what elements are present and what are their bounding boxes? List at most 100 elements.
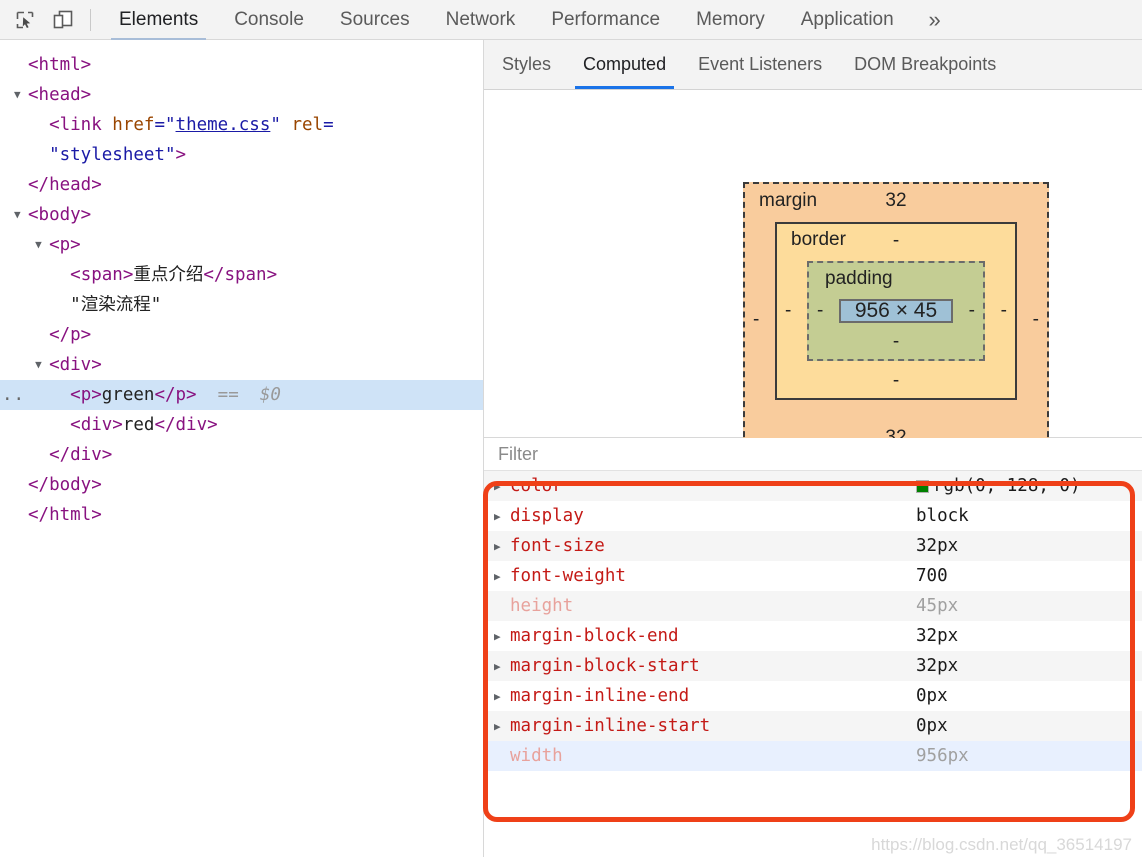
expand-twisty-icon[interactable]: ▼: [14, 80, 28, 110]
box-model-padding[interactable]: padding - - - 956 × 45: [807, 261, 985, 361]
box-model-padding-bottom[interactable]: -: [893, 331, 899, 353]
computed-property-row[interactable]: ▶font-size32px: [484, 531, 1142, 561]
dom-tree-panel[interactable]: <html>▼<head> <link href="theme.css" rel…: [0, 40, 483, 857]
computed-property-row[interactable]: ▶margin-block-start32px: [484, 651, 1142, 681]
tab-performance[interactable]: Performance: [533, 0, 678, 40]
box-model-padding-right[interactable]: -: [969, 300, 975, 322]
computed-filter-row[interactable]: Filter: [484, 438, 1142, 470]
box-model-margin-top[interactable]: 32: [885, 190, 906, 212]
dom-row-token: green: [102, 385, 155, 405]
stylesheet-link[interactable]: theme.css: [176, 115, 271, 135]
expand-arrow-icon[interactable]: ▶: [494, 690, 510, 703]
computed-property-row[interactable]: ▶colorrgb(0, 128, 0): [484, 471, 1142, 501]
dom-tree-row[interactable]: .. <p>green</p> == $0: [0, 380, 483, 410]
dom-row-token: "stylesheet": [49, 145, 175, 165]
dom-row-indent: [14, 145, 35, 165]
dom-tree-row[interactable]: <div>red</div>: [0, 410, 483, 440]
computed-properties-list: ▶colorrgb(0, 128, 0)▶displayblock▶font-s…: [484, 470, 1142, 771]
dom-tree-rows: <html>▼<head> <link href="theme.css" rel…: [0, 40, 483, 530]
computed-property-row[interactable]: ▶margin-inline-start0px: [484, 711, 1142, 741]
computed-property-value: 0px: [916, 686, 948, 706]
inspect-element-icon[interactable]: [10, 6, 40, 34]
tab-sources[interactable]: Sources: [322, 0, 428, 40]
box-model-border[interactable]: border - - - - padding - - - 956 × 45: [775, 222, 1017, 400]
tab-dom-breakpoints-label: DOM Breakpoints: [854, 54, 996, 75]
dom-tree-row[interactable]: </head>: [0, 170, 483, 200]
box-model-margin-left[interactable]: -: [753, 309, 759, 331]
dom-row-token: </div>: [154, 415, 217, 435]
dom-tree-row[interactable]: <link href="theme.css" rel=: [0, 110, 483, 140]
expand-arrow-icon[interactable]: ▶: [494, 510, 510, 523]
tab-memory[interactable]: Memory: [678, 0, 783, 40]
color-swatch-icon[interactable]: [916, 480, 929, 493]
expand-arrow-icon[interactable]: ▶: [494, 720, 510, 733]
box-model-margin-right[interactable]: -: [1033, 309, 1039, 331]
computed-property-row[interactable]: ▶font-weight700: [484, 561, 1142, 591]
dom-row-token: >: [176, 145, 187, 165]
box-model-content[interactable]: 956 × 45: [839, 299, 953, 323]
dom-row-indent: [14, 265, 56, 285]
computed-property-name: font-size: [510, 536, 916, 556]
dom-tree-row[interactable]: ▼<div>: [0, 350, 483, 380]
computed-property-row[interactable]: ▶width956px: [484, 741, 1142, 771]
tab-network[interactable]: Network: [428, 0, 534, 40]
tab-elements[interactable]: Elements: [101, 0, 216, 40]
dom-row-token: "渲染流程": [70, 295, 161, 315]
box-model-content-size: 956 × 45: [855, 299, 937, 323]
box-model-padding-label: padding: [825, 268, 893, 290]
expand-arrow-icon[interactable]: ▶: [494, 660, 510, 673]
tab-console[interactable]: Console: [216, 0, 322, 40]
dom-tree-row[interactable]: </p>: [0, 320, 483, 350]
dom-tree-row[interactable]: "渲染流程": [0, 290, 483, 320]
dom-tree-row[interactable]: </html>: [0, 500, 483, 530]
expand-twisty-icon[interactable]: ▼: [14, 200, 28, 230]
computed-property-row[interactable]: ▶margin-block-end32px: [484, 621, 1142, 651]
dom-row-token: <div>: [49, 355, 102, 375]
computed-property-row[interactable]: ▶displayblock: [484, 501, 1142, 531]
box-model-border-top[interactable]: -: [893, 230, 899, 252]
expand-arrow-icon[interactable]: ▶: [494, 570, 510, 583]
tab-event-listeners-label: Event Listeners: [698, 54, 822, 75]
dom-row-token: ==: [197, 385, 260, 405]
box-model-border-right[interactable]: -: [1001, 300, 1007, 322]
dom-row-indent: [14, 115, 35, 135]
tab-console-label: Console: [234, 9, 304, 31]
tab-styles[interactable]: Styles: [484, 40, 567, 89]
dom-tree-row[interactable]: "stylesheet">: [0, 140, 483, 170]
computed-property-row[interactable]: ▶margin-inline-end0px: [484, 681, 1142, 711]
computed-property-row[interactable]: ▶height45px: [484, 591, 1142, 621]
box-model-margin-label: margin: [759, 190, 817, 212]
box-model-diagram: margin 32 32 - - border - - - - padding …: [484, 90, 1142, 438]
tab-event-listeners[interactable]: Event Listeners: [682, 40, 838, 89]
dom-tree-row[interactable]: ▼<head>: [0, 80, 483, 110]
tab-dom-breakpoints[interactable]: DOM Breakpoints: [838, 40, 1012, 89]
dom-tree-row[interactable]: </body>: [0, 470, 483, 500]
dom-tree-row[interactable]: ▼<body>: [0, 200, 483, 230]
dom-tree-row[interactable]: </div>: [0, 440, 483, 470]
box-model-border-bottom[interactable]: -: [893, 370, 899, 392]
dom-tree-row[interactable]: <html>: [0, 50, 483, 80]
expand-twisty-icon[interactable]: ▼: [35, 350, 49, 380]
tab-memory-label: Memory: [696, 9, 765, 31]
dom-row-indent: [14, 415, 56, 435]
dom-tree-row[interactable]: ▼<p>: [0, 230, 483, 260]
box-model-border-left[interactable]: -: [785, 300, 791, 322]
box-model-margin[interactable]: margin 32 32 - - border - - - - padding …: [743, 182, 1049, 457]
dom-row-token: 重点介绍: [133, 265, 203, 285]
computed-property-name: width: [510, 746, 916, 766]
computed-filter-input[interactable]: Filter: [498, 444, 538, 465]
expand-arrow-icon[interactable]: ▶: [494, 480, 510, 493]
box-model-padding-left[interactable]: -: [817, 300, 823, 322]
device-toolbar-icon[interactable]: [48, 6, 78, 34]
dom-tree-row[interactable]: <span>重点介绍</span>: [0, 260, 483, 290]
dom-row-token: $0: [260, 385, 281, 405]
expand-twisty-icon[interactable]: ▼: [35, 230, 49, 260]
more-tabs-icon[interactable]: »: [912, 0, 958, 40]
tab-computed[interactable]: Computed: [567, 40, 682, 89]
computed-property-value-text: 32px: [916, 656, 958, 676]
dom-row-token: </div>: [49, 445, 112, 465]
tab-application[interactable]: Application: [783, 0, 912, 40]
expand-arrow-icon[interactable]: ▶: [494, 630, 510, 643]
expand-arrow-icon[interactable]: ▶: [494, 540, 510, 553]
dom-row-token: </span>: [203, 265, 277, 285]
